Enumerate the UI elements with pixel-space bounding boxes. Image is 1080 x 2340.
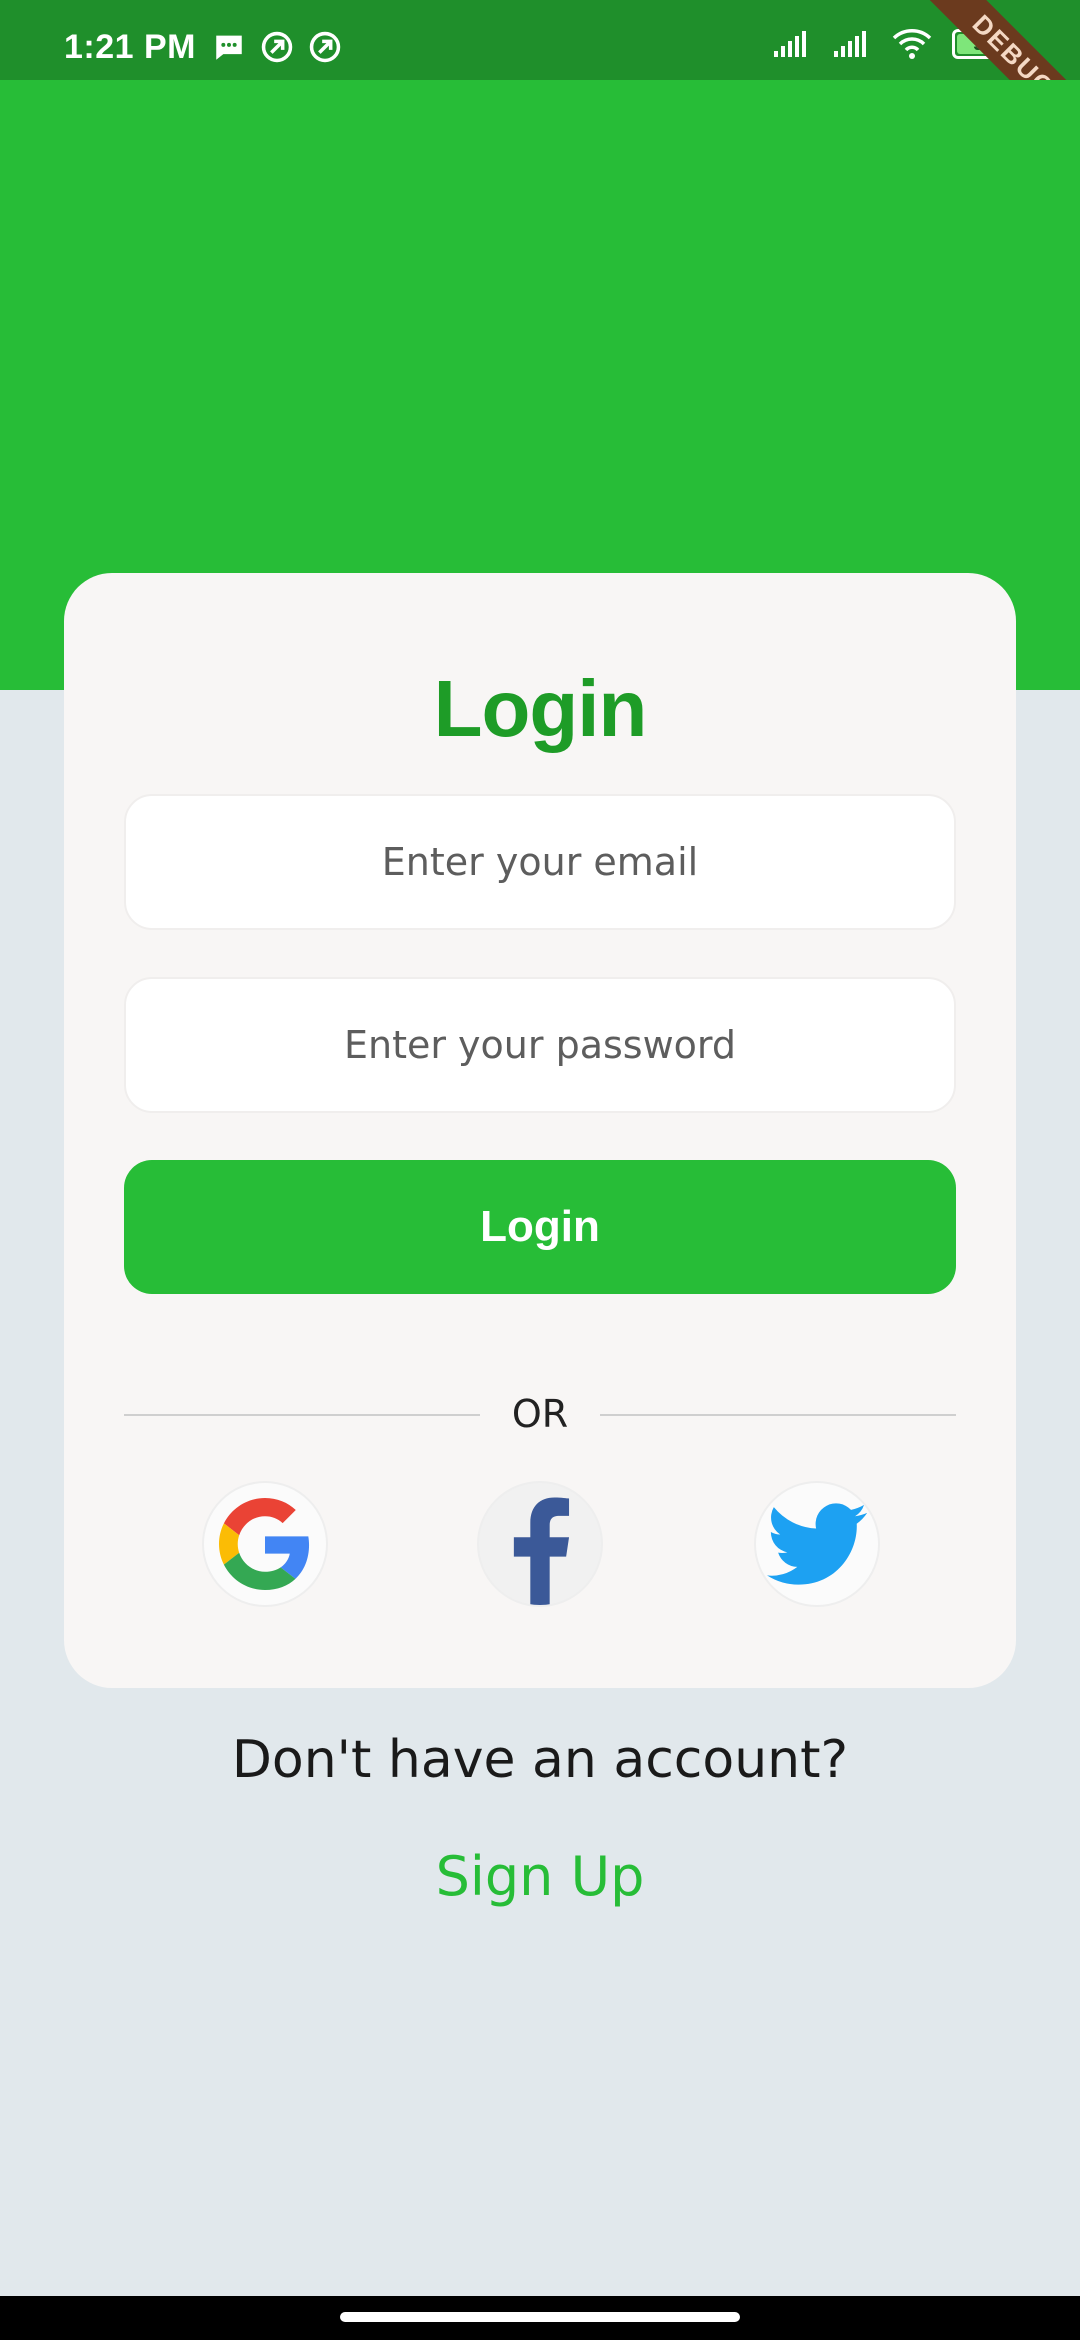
signal-icon: [834, 31, 866, 57]
system-icons: 95: [772, 28, 1021, 60]
wifi-icon: [892, 29, 932, 59]
home-indicator[interactable]: [340, 2312, 740, 2322]
status-bar: 1:21 PM 95: [0, 0, 1080, 80]
notification-icons: [212, 30, 342, 64]
app-notification-icon: [309, 31, 341, 63]
login-button[interactable]: Login: [124, 1160, 956, 1294]
page-title: Login: [433, 664, 648, 753]
signup-prompt: Don't have an account?: [231, 1730, 849, 1790]
google-login-button[interactable]: [202, 1481, 328, 1607]
app-notification-icon: [261, 31, 293, 63]
signal-icon: [774, 31, 806, 57]
email-field[interactable]: [124, 794, 956, 930]
twitter-login-button[interactable]: [754, 1481, 880, 1607]
password-field[interactable]: [124, 977, 956, 1113]
divider-line-right: [600, 1414, 956, 1416]
status-time: 1:21 PM: [64, 28, 196, 66]
google-icon: [219, 1498, 310, 1590]
or-divider: OR: [124, 1389, 956, 1439]
message-icon: [216, 35, 242, 60]
login-card: Login Login OR: [64, 573, 1016, 1688]
login-screen: 1:21 PM 95 DEBUG Login Enter your email …: [0, 0, 1080, 2340]
navigation-bar: [0, 2296, 1080, 2340]
battery-icon: 95: [952, 29, 1021, 59]
facebook-icon: [513, 1497, 570, 1605]
twitter-icon: [767, 1503, 867, 1585]
facebook-login-button[interactable]: [477, 1481, 603, 1607]
battery-level: 95: [972, 32, 996, 55]
signup-link[interactable]: Sign Up: [0, 1845, 1080, 1908]
